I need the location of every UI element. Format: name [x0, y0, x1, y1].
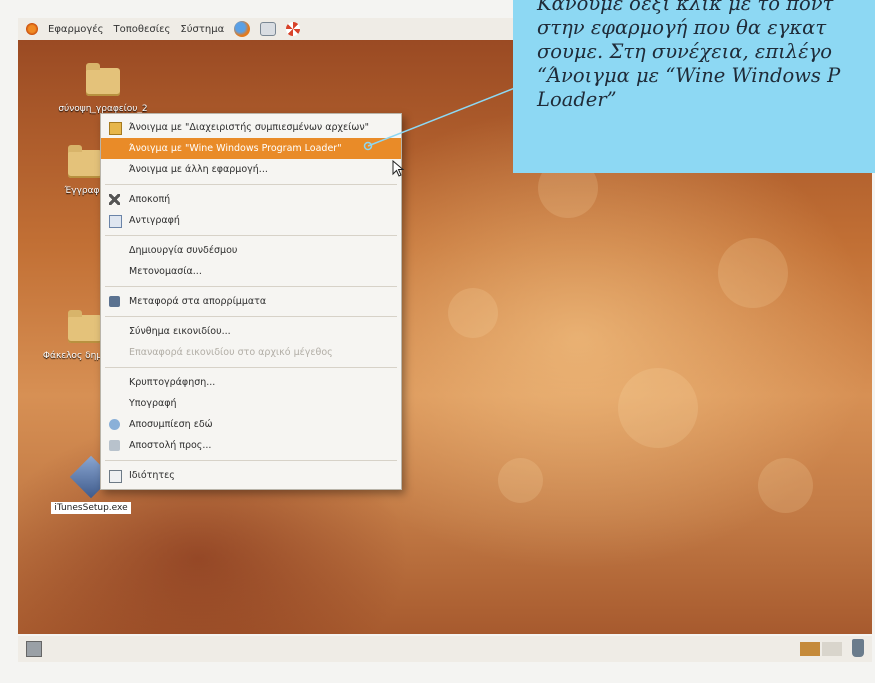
context-menu-item-label: Αντιγραφή	[129, 215, 180, 226]
context-menu-item-label: Δημιουργία συνδέσμου	[129, 245, 238, 256]
ubuntu-logo-icon[interactable]	[26, 23, 38, 35]
folder-icon	[86, 63, 120, 96]
folder-icon	[68, 145, 102, 178]
context-menu-item-label: Κρυπτογράφηση...	[129, 377, 216, 388]
context-menu-item[interactable]: Μετονομασία...	[101, 261, 401, 282]
top-panel: Εφαρμογές Τοποθεσίες Σύστημα	[18, 18, 546, 40]
menu-applications[interactable]: Εφαρμογές	[48, 24, 104, 35]
context-menu-item[interactable]: Άνοιγμα με "Διαχειριστής συμπιεσμένων αρ…	[101, 117, 401, 138]
context-menu-item[interactable]: Δημιουργία συνδέσμου	[101, 240, 401, 261]
menu-places[interactable]: Τοποθεσίες	[114, 24, 171, 35]
trash-icon[interactable]	[852, 639, 864, 657]
bokeh-light	[448, 288, 498, 338]
context-menu-item-label: Αποστολή προς...	[129, 440, 212, 451]
context-menu-item-label: Άνοιγμα με "Διαχειριστής συμπιεσμένων αρ…	[129, 122, 370, 133]
context-menu-item-label: Ιδιότητες	[129, 470, 175, 481]
context-menu-item[interactable]: Υπογραφή	[101, 393, 401, 414]
show-desktop-icon[interactable]	[26, 641, 42, 657]
context-menu-item-label: Μεταφορά στα απορρίμματα	[129, 296, 267, 307]
context-menu-item-label: Σύνθημα εικονιδίου...	[129, 326, 231, 337]
context-menu-item[interactable]: Σύνθημα εικονιδίου...	[101, 321, 401, 342]
context-menu-item[interactable]: Μεταφορά στα απορρίμματα	[101, 291, 401, 312]
desktop-icon-folder[interactable]: σύνοψη_γραφείου_2	[58, 63, 148, 115]
firefox-icon[interactable]	[234, 21, 251, 37]
trash-icon	[109, 296, 120, 307]
mouse-pointer-icon	[392, 160, 405, 177]
help-icon[interactable]	[286, 22, 301, 36]
desktop-icon-label: iTunesSetup.exe	[51, 502, 131, 514]
menu-separator	[105, 286, 397, 287]
workspace-switcher-1[interactable]	[800, 642, 820, 656]
properties-icon	[109, 470, 122, 483]
callout-text: Κάνουμε δεξί κλικ με το ποντ στην εφαρμο…	[537, 0, 841, 111]
bottom-panel	[18, 636, 872, 662]
bokeh-light	[618, 368, 698, 448]
context-menu-item[interactable]: Αποσυμπίεση εδώ	[101, 414, 401, 435]
screenshot: Εφαρμογές Τοποθεσίες Σύστημα σύνοψη_γραφ…	[0, 0, 875, 683]
extract-icon	[109, 419, 120, 430]
context-menu-item[interactable]: Ιδιότητες	[101, 465, 401, 486]
bokeh-light	[758, 458, 813, 513]
context-menu-item: Επαναφορά εικονιδίου στο αρχικό μέγεθος	[101, 342, 401, 363]
archive-icon	[109, 122, 122, 135]
menu-separator	[105, 367, 397, 368]
context-menu-item[interactable]: Άνοιγμα με "Wine Windows Program Loader"	[101, 138, 401, 159]
context-menu-item-label: Αποκοπή	[129, 194, 171, 205]
context-menu-item[interactable]: Αποκοπή	[101, 189, 401, 210]
menu-system[interactable]: Σύστημα	[180, 24, 224, 35]
mail-icon[interactable]	[260, 22, 277, 36]
context-menu: Άνοιγμα με "Διαχειριστής συμπιεσμένων αρ…	[100, 113, 402, 490]
context-menu-item[interactable]: Αντιγραφή	[101, 210, 401, 231]
copy-icon	[109, 215, 122, 228]
context-menu-item-label: Αποσυμπίεση εδώ	[129, 419, 213, 430]
context-menu-item[interactable]: Αποστολή προς...	[101, 435, 401, 456]
menu-separator	[105, 316, 397, 317]
menu-separator	[105, 235, 397, 236]
menu-separator	[105, 184, 397, 185]
context-menu-item-label: Υπογραφή	[129, 398, 177, 409]
context-menu-item-label: Επαναφορά εικονιδίου στο αρχικό μέγεθος	[129, 347, 333, 358]
tutorial-callout: Κάνουμε δεξί κλικ με το ποντ στην εφαρμο…	[513, 0, 875, 173]
send-icon	[109, 440, 120, 451]
context-menu-item[interactable]: Άνοιγμα με άλλη εφαρμογή...	[101, 159, 401, 180]
folder-icon	[68, 310, 102, 343]
context-menu-item-label: Άνοιγμα με "Wine Windows Program Loader"	[129, 143, 342, 154]
bokeh-light	[498, 458, 543, 503]
menu-separator	[105, 460, 397, 461]
workspace-switcher-2[interactable]	[822, 642, 842, 656]
bokeh-light	[718, 238, 788, 308]
scissors-icon	[109, 194, 120, 205]
context-menu-item-label: Άνοιγμα με άλλη εφαρμογή...	[129, 164, 268, 175]
context-menu-item[interactable]: Κρυπτογράφηση...	[101, 372, 401, 393]
context-menu-item-label: Μετονομασία...	[129, 266, 202, 277]
